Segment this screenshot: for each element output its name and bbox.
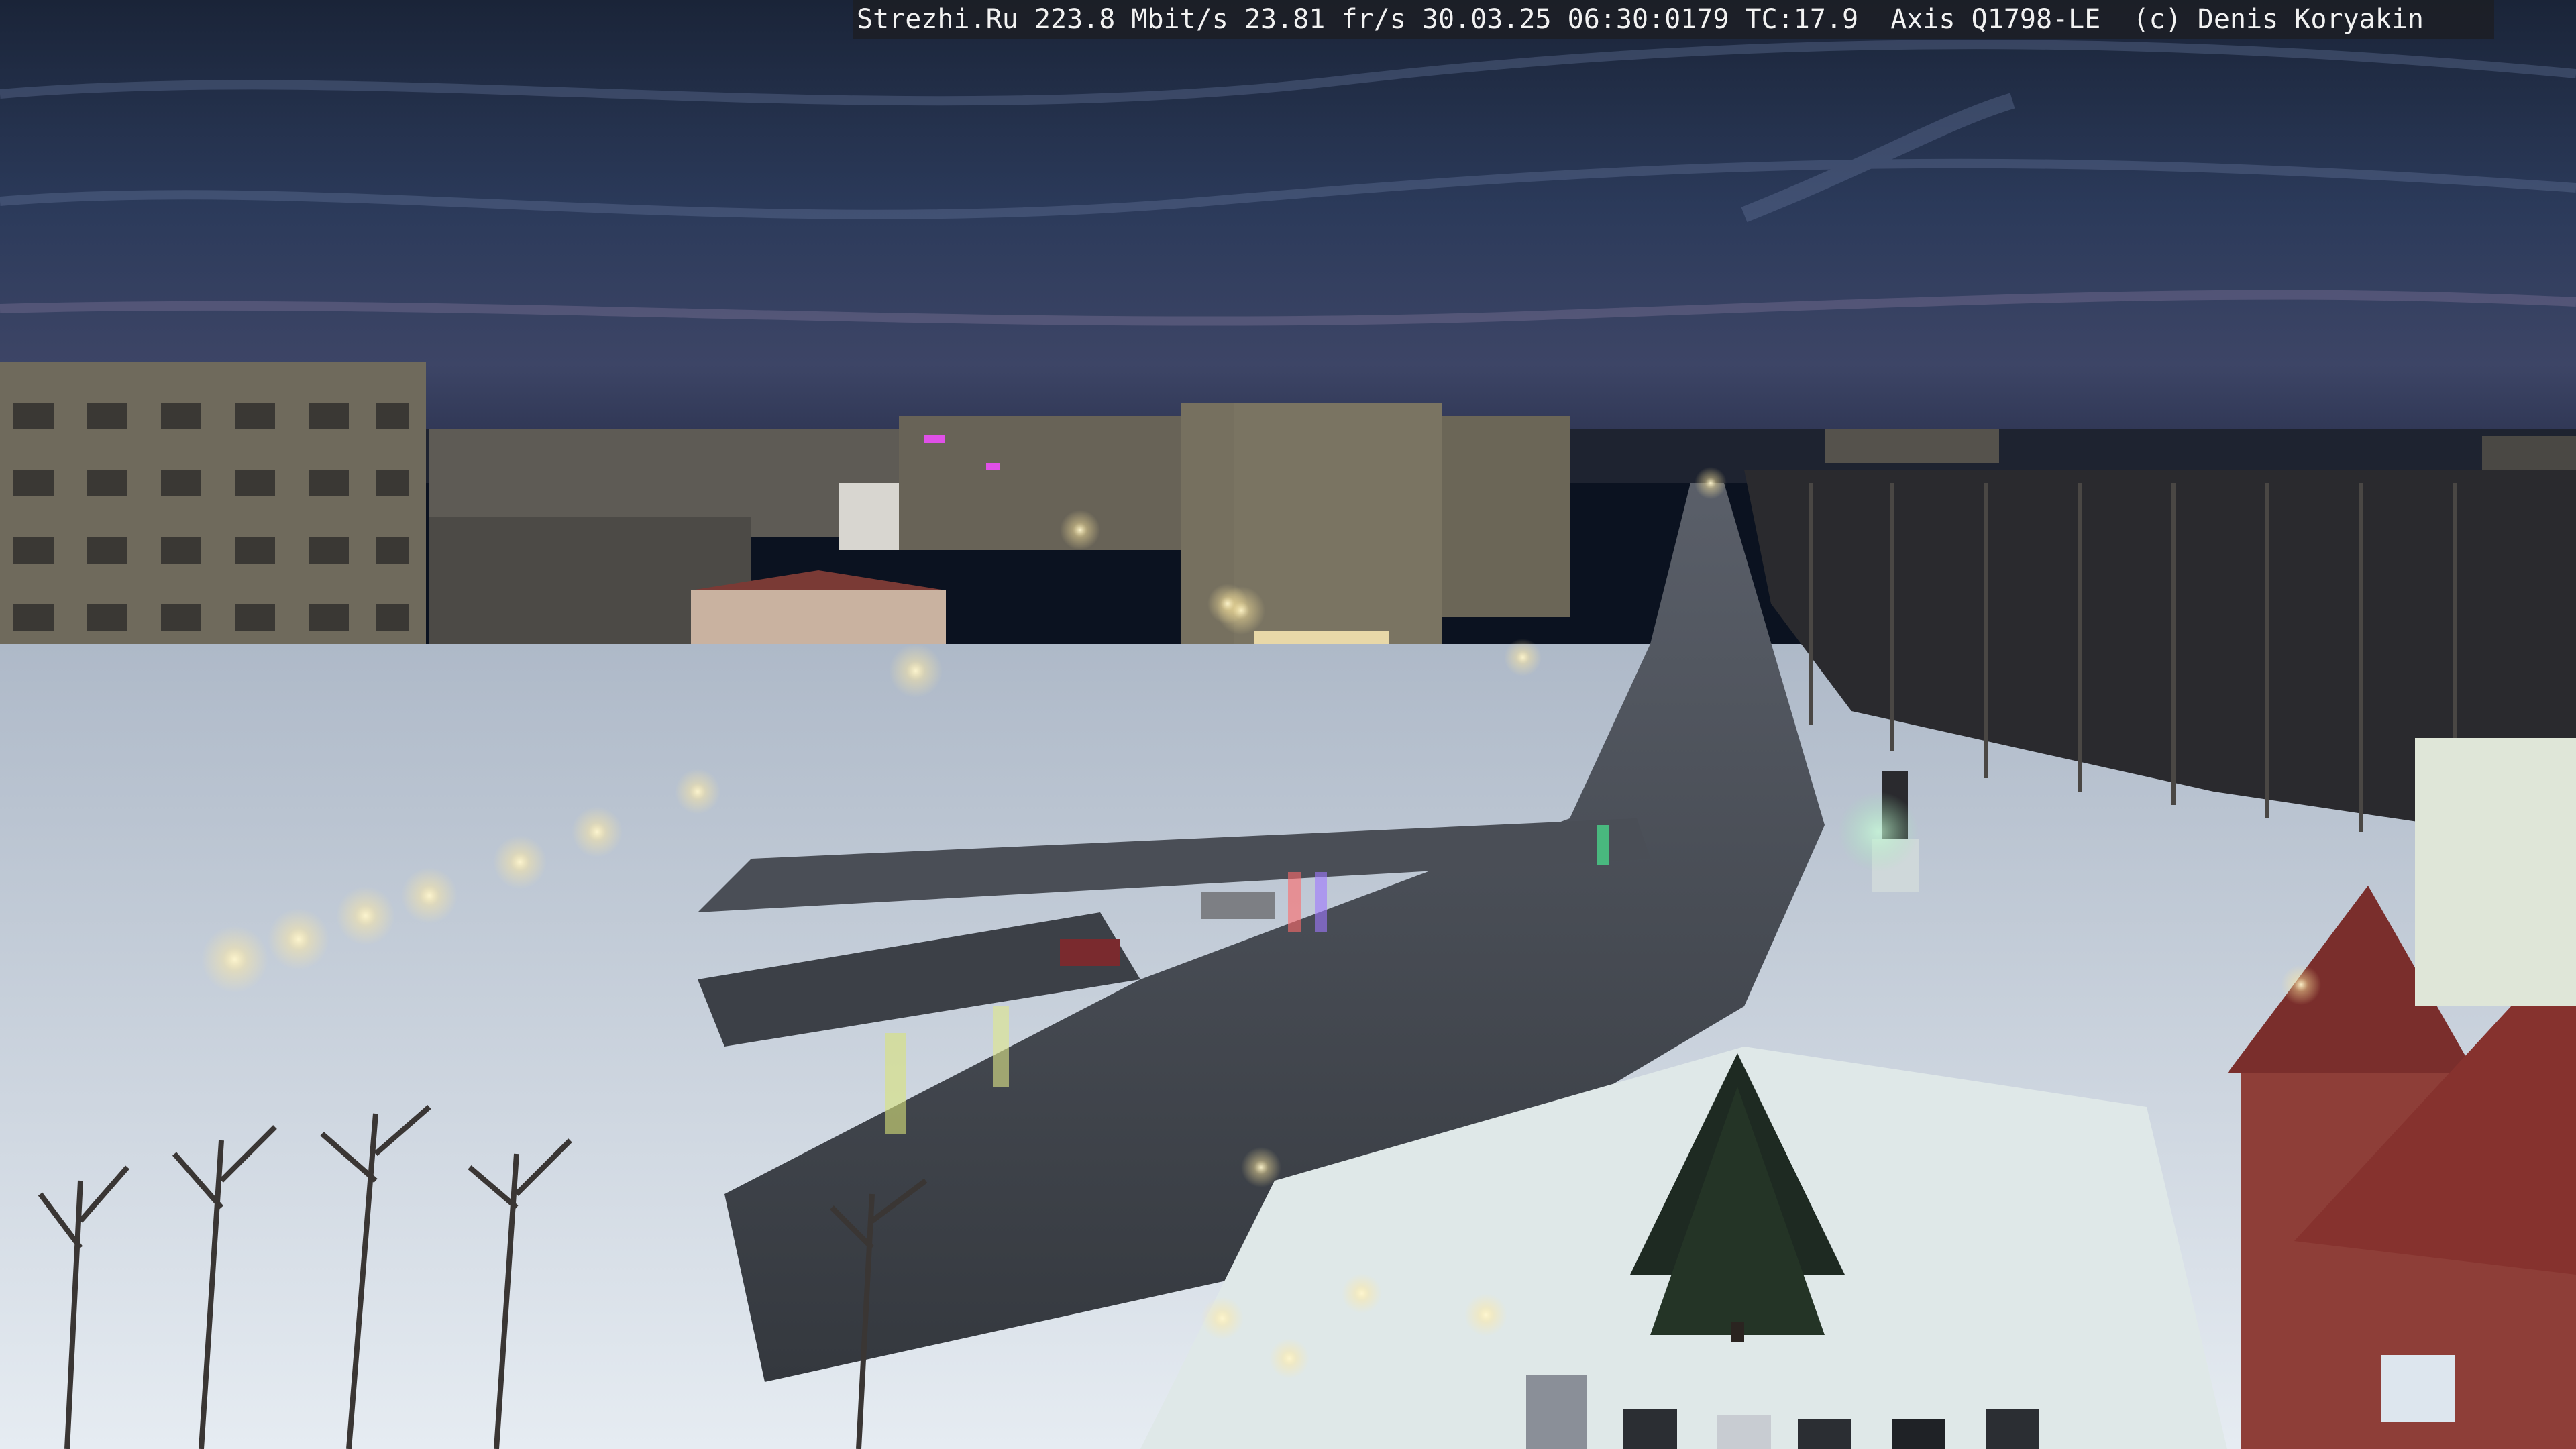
camera-info-overlay: Strezhi.Ru 223.8 Mbit/s 23.81 fr/s 30.03… bbox=[853, 0, 2494, 39]
center-tower bbox=[1234, 402, 1442, 684]
webcam-scene: kari kari bbox=[0, 0, 2576, 1449]
